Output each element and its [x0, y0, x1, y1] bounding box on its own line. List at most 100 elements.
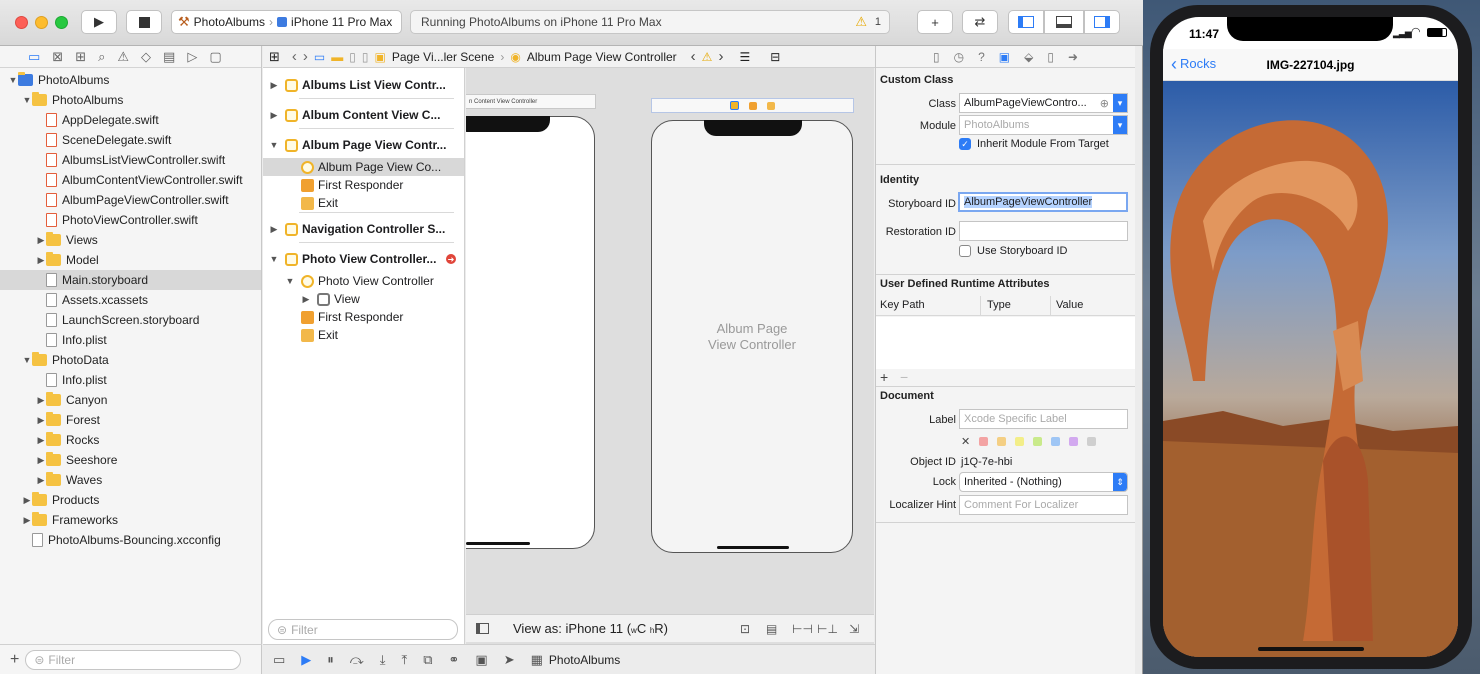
breakpoints-toggle-icon[interactable]: ▶	[301, 652, 311, 668]
color-swatch[interactable]	[1033, 437, 1043, 446]
nav-tree-item[interactable]: LaunchScreen.storyboard	[0, 310, 261, 330]
size-inspector-icon[interactable]: ▯	[1047, 50, 1054, 64]
view-as-label[interactable]: View as: iPhone 11 (wC hR)	[513, 621, 668, 636]
nav-tree-item[interactable]: AppDelegate.swift	[0, 110, 261, 130]
scene-vc-dock-icon[interactable]	[730, 101, 739, 110]
disclosure-triangle-icon[interactable]: ▶	[301, 294, 311, 305]
outline-filter-input[interactable]: ⊜ Filter	[268, 619, 458, 640]
type-column[interactable]: Type	[987, 299, 1011, 311]
search-icon[interactable]: ⌕	[98, 49, 105, 65]
related-items-icon[interactable]: ⊞	[269, 49, 280, 65]
outline-item[interactable]: ▶ View	[263, 290, 464, 308]
clear-color-icon[interactable]: ✕	[961, 435, 970, 448]
history-inspector-icon[interactable]: ◷	[954, 50, 964, 64]
nav-tree-item[interactable]: AlbumPageViewController.swift	[0, 190, 261, 210]
outline-item[interactable]: ▼ Album Page View Contr...	[263, 136, 464, 154]
forward-arrow-icon[interactable]: ›	[303, 48, 308, 65]
restoration-id-field[interactable]	[959, 221, 1128, 241]
scene-exit-dock-icon[interactable]	[767, 101, 775, 110]
disclosure-triangle-icon[interactable]: ▼	[285, 276, 295, 286]
warning-icon[interactable]: ⚠	[855, 14, 867, 30]
nav-tree-item[interactable]: ▶ Frameworks	[0, 510, 261, 530]
page-scene-device[interactable]: Album Page View Controller	[651, 120, 853, 553]
color-swatch[interactable]	[1069, 437, 1079, 446]
localizer-hint-field[interactable]: Comment For Localizer	[959, 495, 1128, 515]
inherit-module-checkbox[interactable]: ✓ Inherit Module From Target	[959, 138, 1109, 150]
disclosure-triangle-icon[interactable]: ▶	[36, 235, 46, 246]
controller-breadcrumb[interactable]: Album Page View Controller	[527, 50, 677, 64]
rock-arch-photo[interactable]	[1163, 81, 1458, 657]
class-field[interactable]: AlbumPageViewContro... ⊕ ▾	[959, 93, 1128, 113]
class-dropdown-icon[interactable]: ▾	[1113, 94, 1127, 112]
previous-issue-icon[interactable]: ‹	[691, 48, 696, 65]
nav-tree-item[interactable]: Main.storyboard	[0, 270, 261, 290]
step-out-icon[interactable]: ⤒	[401, 652, 407, 668]
color-swatch[interactable]	[1051, 437, 1061, 446]
disclosure-triangle-icon[interactable]: ▶	[36, 455, 46, 466]
editor-options-icon[interactable]: ☰	[739, 50, 750, 64]
stop-button[interactable]	[126, 10, 162, 34]
disclosure-triangle-icon[interactable]: ▶	[36, 435, 46, 446]
back-arrow-icon[interactable]: ‹	[292, 48, 297, 65]
nav-tree-item[interactable]: PhotoViewController.swift	[0, 210, 261, 230]
disclosure-triangle-icon[interactable]: ▶	[36, 415, 46, 426]
help-inspector-icon[interactable]: ?	[978, 50, 985, 64]
error-icon[interactable]: ➜	[446, 254, 456, 264]
module-field[interactable]: PhotoAlbums ▾	[959, 115, 1128, 135]
connections-inspector-icon[interactable]: ➜	[1068, 50, 1078, 64]
debug-target-name[interactable]: PhotoAlbums	[549, 653, 620, 667]
nav-tree-item[interactable]: SceneDelegate.swift	[0, 130, 261, 150]
outline-item[interactable]: ▼ Photo View Controller... ➜	[263, 250, 464, 268]
nav-tree-item[interactable]: ▶ Rocks	[0, 430, 261, 450]
zoom-fit-icon[interactable]: ⊡	[740, 622, 750, 636]
toggle-navigator-button[interactable]	[1008, 10, 1044, 34]
nav-tree-item[interactable]: PhotoAlbums-Bouncing.xcconfig	[0, 530, 261, 550]
disclosure-triangle-icon[interactable]: ▶	[269, 80, 279, 91]
symbol-icon[interactable]: ⊞	[75, 49, 86, 65]
content-scene-title-bar[interactable]: n Content View Controller	[466, 94, 596, 109]
outline-toggle-icon[interactable]	[476, 623, 489, 634]
code-review-button[interactable]: ⇄	[962, 10, 998, 34]
nav-tree-item[interactable]: ▶ Canyon	[0, 390, 261, 410]
nav-tree-item[interactable]: Info.plist	[0, 330, 261, 350]
module-dropdown-icon[interactable]: ▾	[1113, 116, 1127, 134]
disclosure-triangle-icon[interactable]: ▼	[22, 355, 32, 365]
class-jump-icon[interactable]: ⊕	[1100, 97, 1109, 110]
disclosure-triangle-icon[interactable]: ▶	[22, 515, 32, 526]
location-icon[interactable]: ➤	[504, 652, 515, 668]
test-icon[interactable]: ◇	[141, 49, 151, 65]
simulator-screen[interactable]: 11:47 ▂▃▅ ◠ ‹ Rocks IMG-227104.jpg	[1163, 17, 1458, 657]
toggle-inspector-button[interactable]	[1084, 10, 1120, 34]
color-swatch[interactable]	[979, 437, 989, 446]
resolve-issues-icon[interactable]: ⇲	[849, 622, 859, 636]
outline-item[interactable]: ▶ Navigation Controller S...	[263, 220, 464, 238]
nav-tree-item[interactable]: ▶ Products	[0, 490, 261, 510]
disclosure-triangle-icon[interactable]: ▼	[8, 75, 18, 85]
folder-crumb-icon[interactable]: ▬	[331, 50, 343, 64]
value-column[interactable]: Value	[1056, 299, 1083, 311]
scene-responder-dock-icon[interactable]	[749, 101, 757, 110]
memory-graph-icon[interactable]: ⚭	[449, 652, 460, 668]
storyboard-id-field[interactable]: AlbumPageViewController	[958, 192, 1128, 212]
add-constraints-icon[interactable]: ⊢⊥	[817, 622, 838, 636]
pause-icon[interactable]: ⏸	[327, 652, 334, 668]
report-icon[interactable]: ▢	[209, 49, 221, 65]
outline-item[interactable]: Album Page View Co...	[263, 158, 464, 176]
nav-tree-item[interactable]: ▶ Model	[0, 250, 261, 270]
breakpoint-icon[interactable]: ▷	[187, 49, 197, 65]
identity-inspector-icon[interactable]: ▣	[999, 50, 1010, 64]
file-crumb-icon[interactable]: ▯	[349, 50, 356, 64]
split-editor-icon[interactable]: ⊟	[770, 50, 780, 64]
attributes-inspector-icon[interactable]: ⬙	[1024, 50, 1033, 64]
runtime-attributes-table[interactable]	[876, 317, 1135, 369]
debug-icon[interactable]: ▤	[163, 49, 175, 65]
color-swatch[interactable]	[1015, 437, 1025, 446]
next-issue-icon[interactable]: ›	[718, 48, 723, 65]
zoom-window-button[interactable]	[55, 16, 68, 29]
disclosure-triangle-icon[interactable]: ▼	[269, 254, 279, 264]
run-button[interactable]: ▶	[81, 10, 117, 34]
outline-item[interactable]: ▶ Album Content View C...	[263, 106, 464, 124]
nav-tree-item[interactable]: ▶ Seeshore	[0, 450, 261, 470]
disclosure-triangle-icon[interactable]: ▼	[269, 140, 279, 150]
source-control-icon[interactable]: ⊠	[52, 49, 63, 65]
